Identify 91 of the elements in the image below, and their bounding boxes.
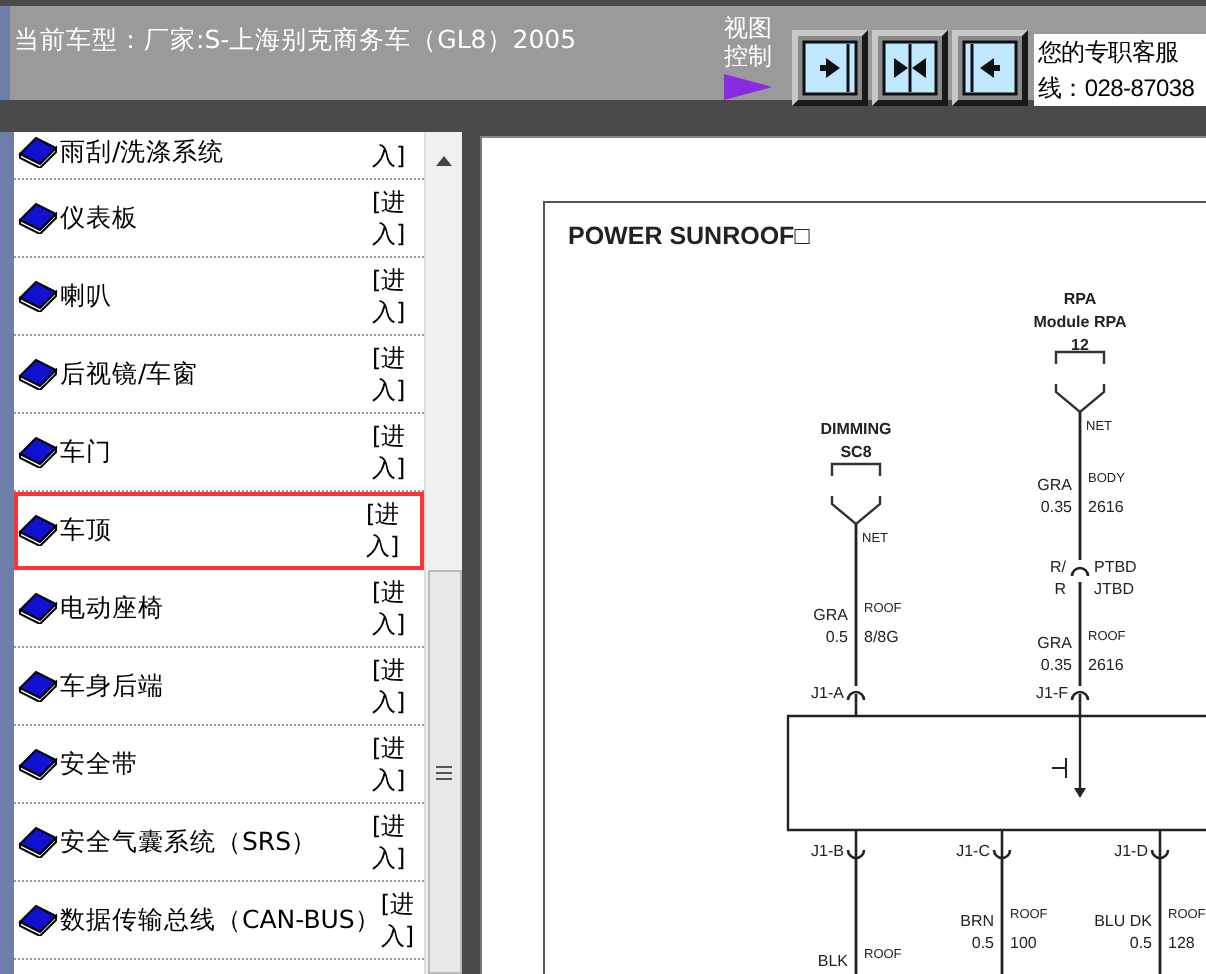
book-icon (18, 358, 58, 390)
circuit-number-label: 2616 (1088, 656, 1124, 674)
wire-color-label: GRA (1037, 634, 1072, 652)
triangle-icon (724, 74, 772, 100)
book-icon (18, 592, 58, 624)
circuit-number-label: 8/8G (864, 628, 899, 646)
connector-label: R (1054, 580, 1066, 598)
wire-line (1078, 582, 1082, 686)
wire-color-label: BLU DK (1094, 912, 1152, 930)
enter-link[interactable]: 入] (372, 140, 424, 172)
circuit-number-label: 2616 (1088, 498, 1124, 516)
wire-color-label: BLK (817, 952, 848, 970)
connector-symbol (830, 462, 882, 526)
category-title: 后视镜/车窗 (60, 357, 201, 391)
pin-label: J1-F (1036, 684, 1068, 702)
category-row[interactable]: 雨刮/洗涤系统 入] (14, 132, 424, 180)
wire-line (854, 858, 858, 974)
enter-link[interactable]: [进入] (380, 888, 424, 952)
component-label: RPA (1063, 290, 1097, 308)
arrow-line (1074, 716, 1086, 798)
wire-line (1158, 858, 1162, 974)
pin-symbol (846, 828, 866, 860)
book-icon (18, 904, 58, 936)
component-label: 12 (1071, 336, 1089, 354)
category-title: 喇叭 (60, 279, 114, 313)
scrollbar[interactable] (424, 132, 462, 974)
wire-size-label: 0.5 (825, 628, 848, 646)
scroll-up-icon[interactable] (436, 156, 452, 166)
view-layout-button[interactable] (872, 30, 948, 106)
view-layout-button[interactable] (952, 30, 1028, 106)
grip-icon (436, 765, 452, 779)
wire-color-label: GRA (813, 606, 848, 624)
category-title: 安全气囊系统（SRS） (60, 825, 320, 859)
book-icon (18, 202, 58, 234)
category-title: 车身后端 (60, 669, 166, 703)
wire-size-label: 0.5 (971, 934, 994, 952)
enter-link[interactable]: [进入] (366, 498, 418, 562)
pin-symbol (1070, 690, 1090, 718)
enter-link[interactable]: [进入] (372, 732, 424, 796)
connector-label: R/ (1050, 558, 1066, 576)
enter-link[interactable]: [进入] (372, 576, 424, 640)
pin-symbol (1150, 828, 1170, 860)
pin-symbol (992, 828, 1012, 860)
pin-label: J1-B (811, 842, 844, 860)
category-title: 安全带 (60, 747, 140, 781)
connector-label: PTBD (1094, 558, 1137, 576)
component-label: DIMMING (820, 420, 892, 438)
service-text: 您的专职客服 (1038, 36, 1181, 70)
category-title: 电动座椅 (60, 591, 166, 625)
view-layout-button[interactable] (792, 30, 868, 106)
category-title: 车门 (60, 435, 114, 469)
view-control-label: 视图控制 (724, 14, 774, 70)
enter-link[interactable]: [进入] (372, 654, 424, 718)
scrollbar-thumb[interactable] (427, 570, 461, 974)
connector-symbol (1054, 350, 1106, 414)
switch-symbol (1051, 757, 1067, 779)
wire-color-label: BRN (960, 912, 994, 930)
wire-size-label: 0.35 (1040, 498, 1072, 516)
enter-link[interactable]: [进入] (372, 810, 424, 874)
circuit-number-label: 128 (1168, 934, 1195, 952)
book-icon (18, 826, 58, 858)
book-icon (18, 514, 58, 546)
service-text: 线：028-87038 (1038, 72, 1197, 106)
diagram-title: POWER SUNROOF□ (568, 222, 810, 250)
category-title: 车顶 (60, 513, 114, 547)
category-title: 雨刮/洗涤系统 (60, 135, 227, 169)
pin-symbol (846, 690, 866, 718)
enter-link[interactable]: [进入] (372, 420, 424, 484)
enter-link[interactable]: [进入] (372, 342, 424, 406)
wire-color-label: GRA (1037, 476, 1072, 494)
wire-line (1000, 858, 1004, 974)
book-icon (18, 748, 58, 780)
pin-label: J1-A (811, 684, 844, 702)
book-icon (18, 280, 58, 312)
category-row[interactable]: 车顶 [进入] (14, 492, 424, 570)
book-icon (18, 436, 58, 468)
pin-label: J1-C (956, 842, 990, 860)
enter-link[interactable]: [进入] (372, 264, 424, 328)
component-label: Module RPA (1033, 313, 1127, 331)
category-title: 仪表板 (60, 201, 140, 235)
book-icon (18, 670, 58, 702)
wire-size-label: 0.35 (1040, 656, 1072, 674)
circuit-number-label: 100 (1010, 934, 1037, 952)
pin-label: J1-D (1114, 842, 1148, 860)
component-label: SC8 (840, 443, 872, 461)
wire-size-label: 0.5 (1129, 934, 1152, 952)
connector-label: JTBD (1094, 580, 1134, 598)
category-title: 数据传输总线（CAN-BUS） (60, 903, 381, 937)
inline-connector-symbol (1070, 566, 1090, 577)
vehicle-model-label: 当前车型：厂家:S-上海别克商务车（GL8）2005 (14, 24, 579, 58)
enter-link[interactable]: [进入] (372, 186, 424, 250)
